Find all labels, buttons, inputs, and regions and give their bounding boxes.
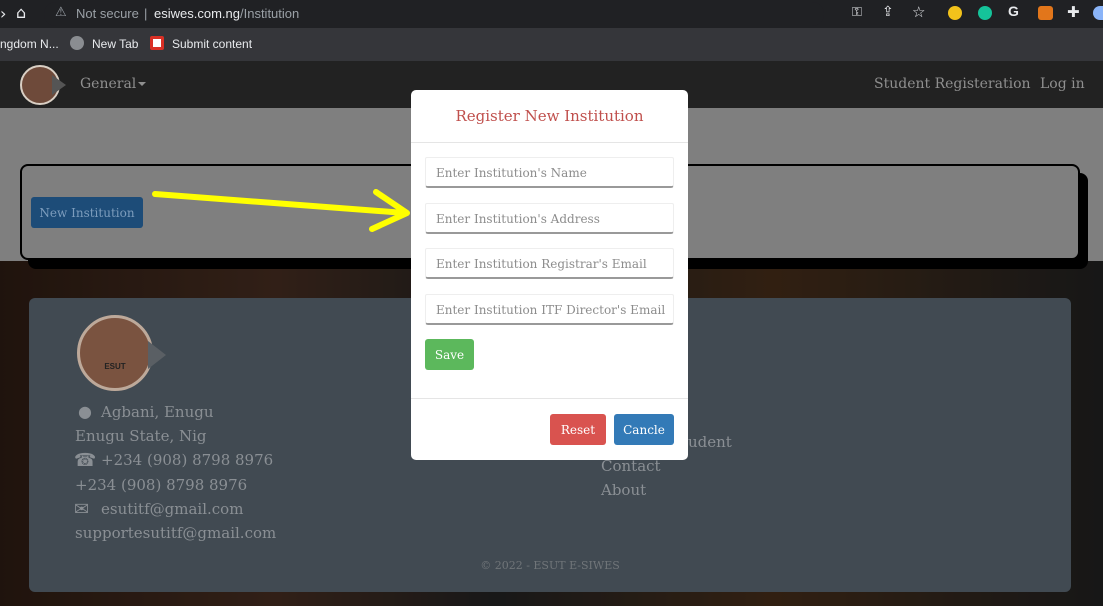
globe-icon	[70, 36, 84, 50]
itf-director-email-placeholder: Enter Institution ITF Director's Email	[436, 303, 666, 317]
bookmark-item-1[interactable]: ngdom N...	[0, 37, 59, 51]
security-label[interactable]: Not secure	[76, 6, 139, 21]
footer-address-line2: Enugu State, Nig	[75, 427, 207, 445]
phone-icon: ☎	[74, 450, 97, 471]
footer-phone-1: +234 (908) 8798 8976	[101, 451, 274, 469]
footer-logo-tail	[148, 341, 166, 369]
url-divider: |	[144, 6, 148, 21]
google-icon[interactable]: G	[1008, 3, 1019, 19]
footer-logo-text: ESUT	[104, 362, 126, 371]
footer-logo: ESUT	[77, 315, 153, 391]
institution-address-placeholder: Enter Institution's Address	[436, 212, 600, 226]
save-button[interactable]: Save	[425, 339, 474, 370]
new-institution-button[interactable]: New Institution	[31, 197, 143, 228]
nav-general-label: General	[80, 76, 137, 92]
footer-link-about[interactable]: About	[601, 481, 646, 499]
grammarly-icon[interactable]	[978, 6, 992, 20]
extension-coin-icon[interactable]	[948, 6, 962, 20]
institution-address-input[interactable]: Enter Institution's Address	[425, 203, 674, 234]
star-icon[interactable]: ☆	[912, 3, 925, 21]
share-icon[interactable]: ⇪	[882, 4, 894, 20]
cancel-button[interactable]: Cancle	[614, 414, 674, 445]
nav-general-dropdown[interactable]: General	[80, 76, 147, 92]
url-host: esiwes.com.ng	[154, 6, 240, 21]
modal-title: Register New Institution	[455, 107, 644, 125]
registrar-email-input[interactable]: Enter Institution Registrar's Email	[425, 248, 674, 279]
home-icon[interactable]: ⌂	[16, 3, 26, 22]
url[interactable]: esiwes.com.ng/Institution	[154, 6, 299, 21]
modal-header-divider	[411, 142, 688, 143]
nav-student-registration[interactable]: Student Registeration	[874, 76, 1031, 92]
footer-link-student[interactable]: udent	[688, 433, 732, 451]
bookmark-favicon-icon	[150, 36, 164, 50]
bookmark-item-submit-content[interactable]: Submit content	[172, 37, 252, 51]
footer-copyright: © 2022 - ESUT E-SIWES	[480, 559, 620, 572]
annotation-arrow	[152, 189, 410, 232]
footer-email-1[interactable]: esutitf@gmail.com	[101, 500, 243, 518]
key-icon[interactable]: ⚿	[852, 5, 862, 20]
bookmarks-bar	[0, 28, 1103, 61]
footer-email-2[interactable]: supportesutitf@gmail.com	[75, 524, 276, 542]
puzzle-icon[interactable]: ✚	[1067, 3, 1080, 21]
reset-button[interactable]: Reset	[550, 414, 606, 445]
profile-icon[interactable]	[1093, 6, 1103, 20]
metamask-icon[interactable]	[1038, 6, 1053, 20]
footer-address-line1: Agbani, Enugu	[101, 403, 214, 421]
footer-phone-2: +234 (908) 8798 8976	[75, 476, 248, 494]
location-pin-icon: ●	[78, 402, 92, 421]
register-institution-modal: Register New Institution Enter Instituti…	[411, 90, 688, 460]
institution-name-input[interactable]: Enter Institution's Name	[425, 157, 674, 188]
itf-director-email-input[interactable]: Enter Institution ITF Director's Email	[425, 294, 674, 325]
institution-name-placeholder: Enter Institution's Name	[436, 166, 587, 180]
caret-down-icon	[138, 82, 147, 86]
nav-login[interactable]: Log in	[1040, 76, 1085, 92]
back-icon[interactable]: ›	[0, 4, 6, 23]
registrar-email-placeholder: Enter Institution Registrar's Email	[436, 257, 647, 271]
bookmark-item-new-tab[interactable]: New Tab	[92, 37, 138, 51]
modal-footer-divider	[411, 398, 688, 399]
envelope-icon: ✉	[74, 499, 90, 520]
warning-icon[interactable]: ⚠	[55, 5, 67, 20]
logo-tail	[52, 75, 66, 95]
url-path: /Institution	[239, 6, 300, 21]
